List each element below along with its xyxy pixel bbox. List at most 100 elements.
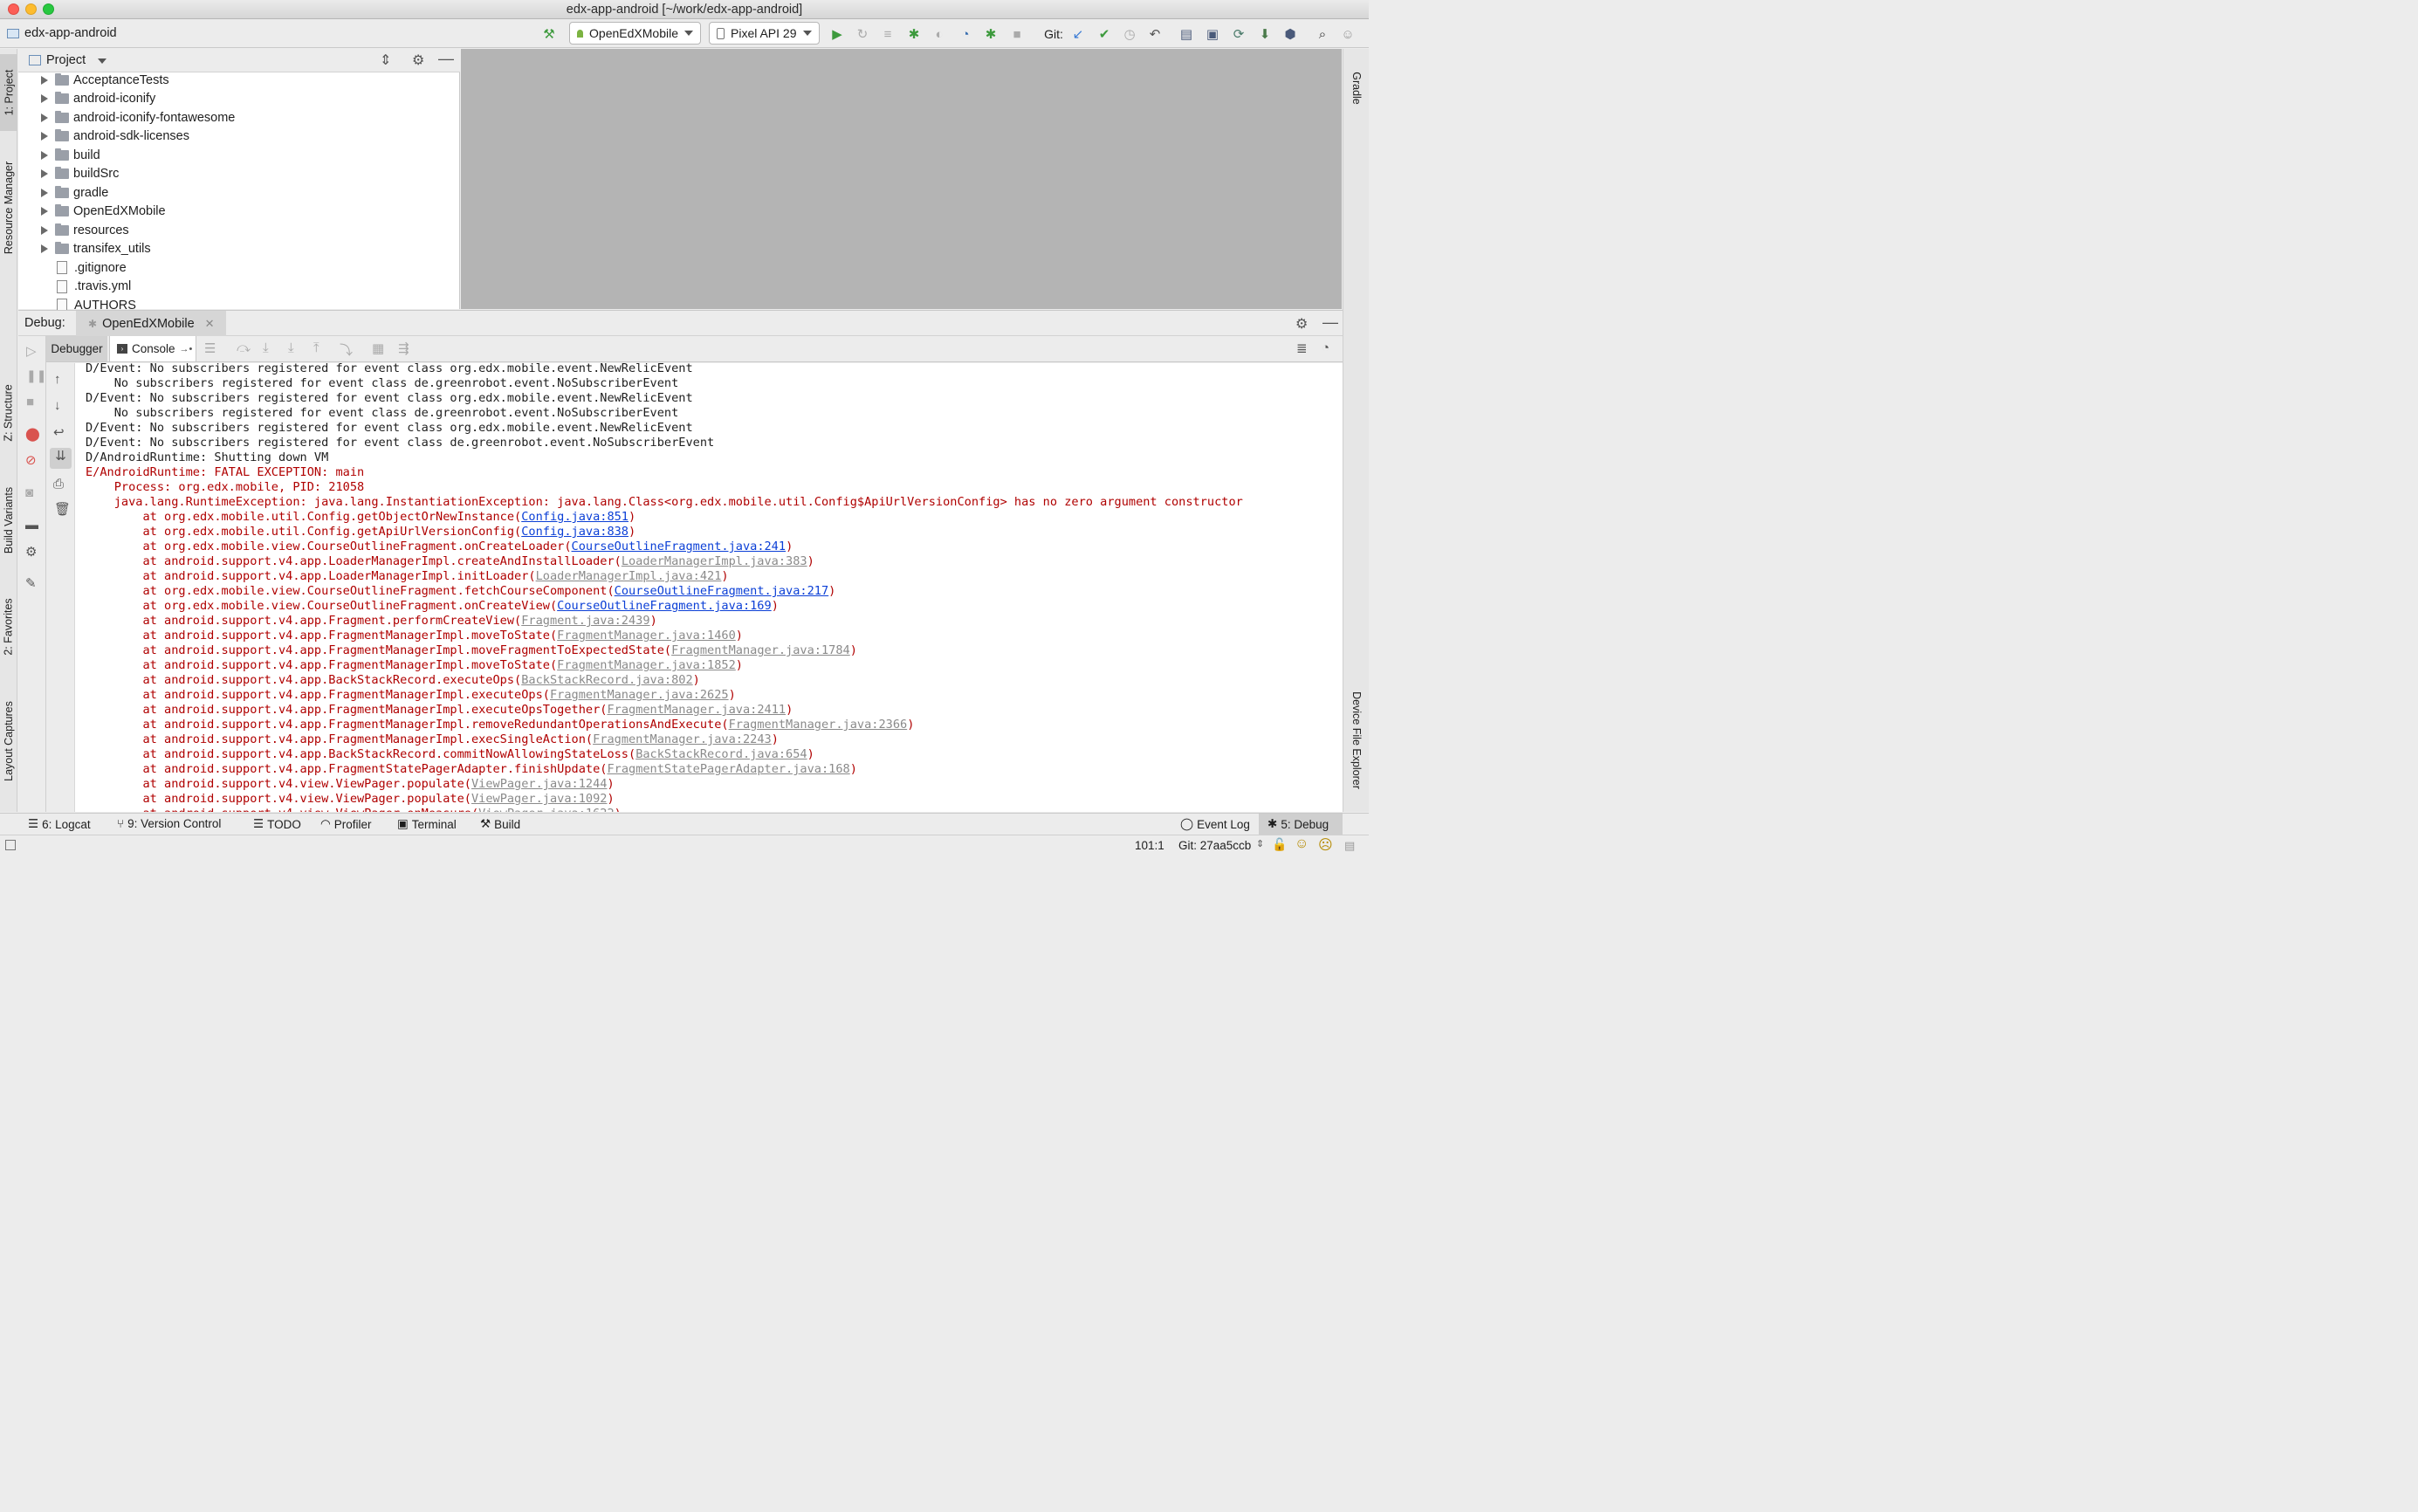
tab-profiler[interactable]: ◠ Profiler [320, 817, 372, 831]
expand-arrow-icon[interactable] [41, 244, 48, 254]
search-icon[interactable]: ⌕ [1315, 26, 1330, 42]
tree-item[interactable]: resources [18, 221, 460, 240]
tab-device-file-explorer[interactable]: Device File Explorer [1343, 679, 1370, 801]
clear-all-icon[interactable]: 🗑 [54, 501, 71, 517]
close-icon[interactable]: ✕ [205, 317, 215, 331]
tree-item[interactable]: android-sdk-licenses [18, 127, 460, 147]
git-rollback-icon[interactable]: ↶ [1147, 26, 1163, 42]
sad-feedback-icon[interactable]: ☹ [1318, 836, 1333, 854]
tab-gradle[interactable]: Gradle [1343, 58, 1370, 119]
source-link[interactable]: Fragment.java:2439 [521, 614, 649, 628]
user-avatar-icon[interactable]: ☺ [1340, 26, 1356, 42]
apply-code-changes-icon[interactable]: ≡ [880, 26, 896, 42]
tab-version-control[interactable]: ⑂ 9: Version Control [117, 817, 221, 830]
arrow-down-icon[interactable]: ↓ [54, 398, 61, 413]
tab-build[interactable]: ⚒ Build [480, 817, 520, 831]
tree-item[interactable]: .gitignore [18, 258, 460, 278]
tree-item[interactable]: transifex_utils [18, 240, 460, 259]
tab-debug[interactable]: ✱ 5: Debug [1259, 814, 1343, 835]
soft-wrap-icon[interactable]: ↩ [53, 424, 65, 440]
resume-icon[interactable]: ▷ [26, 343, 37, 359]
source-link[interactable]: FragmentManager.java:1460 [557, 629, 736, 643]
sync-gradle-icon[interactable]: ⟳ [1231, 26, 1247, 42]
build-hammer-icon[interactable]: ⚒ [541, 26, 557, 42]
device-select[interactable]: Pixel API 29 [709, 22, 820, 45]
source-link[interactable]: CourseOutlineFragment.java:241 [572, 540, 787, 553]
source-link[interactable]: LoaderManagerImpl.java:383 [622, 554, 807, 568]
tab-layout-captures[interactable]: Layout Captures [0, 695, 17, 787]
minimize-icon[interactable]: — [438, 50, 454, 68]
view-breakpoints-icon[interactable]: ⬤ [25, 426, 40, 442]
avd-manager-icon[interactable]: ▣ [1205, 26, 1220, 42]
caret-position[interactable]: 101:1 [1135, 839, 1164, 852]
tab-project[interactable]: 1: Project [0, 54, 17, 131]
attach-debugger-icon[interactable]: ◔ [958, 26, 973, 42]
project-view-title[interactable]: Project [46, 53, 86, 67]
git-commit-icon[interactable]: ✔ [1096, 26, 1112, 42]
expand-arrow-icon[interactable] [41, 94, 48, 104]
layout-inspector-icon[interactable]: ⬢ [1282, 26, 1298, 42]
gear-icon[interactable]: ⚙ [1295, 315, 1308, 333]
mute-breakpoints-icon[interactable]: ⊘ [25, 452, 37, 468]
arrow-up-icon[interactable]: ↑ [54, 372, 61, 387]
expand-arrow-icon[interactable] [41, 113, 48, 122]
expand-arrow-icon[interactable] [41, 132, 48, 141]
apply-changes-icon[interactable]: ↻ [855, 26, 870, 42]
tab-structure[interactable]: Z: Structure [0, 378, 17, 448]
git-branch-status[interactable]: Git: 27aa5ccb [1178, 839, 1251, 852]
tab-event-log[interactable]: ◯ Event Log [1180, 817, 1250, 831]
source-link[interactable]: FragmentManager.java:2243 [593, 732, 772, 746]
tree-item[interactable]: AcceptanceTests [18, 71, 460, 90]
source-link[interactable]: FragmentManager.java:2366 [729, 718, 908, 732]
tree-item[interactable]: gradle [18, 183, 460, 203]
memory-view-icon[interactable]: ◔ [1322, 340, 1329, 355]
expand-arrow-icon[interactable] [41, 225, 48, 235]
force-step-into-icon[interactable]: ⤓ [288, 340, 294, 355]
source-link[interactable]: FragmentManager.java:1784 [671, 643, 850, 657]
tree-item[interactable]: buildSrc [18, 165, 460, 184]
source-link[interactable]: LoaderManagerImpl.java:421 [536, 569, 722, 583]
tool-windows-toggle-icon[interactable] [5, 840, 16, 850]
source-link[interactable]: BackStackRecord.java:802 [521, 673, 692, 687]
tab-todo[interactable]: ☰ TODO [253, 817, 301, 831]
settings-icon[interactable]: ⚙ [25, 544, 37, 560]
tab-favorites[interactable]: 2: Favorites [0, 594, 17, 660]
tree-item[interactable]: android-iconify [18, 90, 460, 109]
debug-bug-icon[interactable]: ✱ [906, 26, 922, 42]
trace-icon[interactable]: ⇶ [398, 340, 409, 356]
expand-arrow-icon[interactable] [41, 150, 48, 160]
project-structure-icon[interactable]: ▤ [1178, 26, 1194, 42]
tree-item[interactable]: OpenEdXMobile [18, 203, 460, 222]
tab-resource-manager[interactable]: Resource Manager [0, 147, 17, 269]
git-update-icon[interactable]: ↙ [1070, 26, 1086, 42]
run-icon[interactable]: ▶ [829, 26, 845, 42]
source-link[interactable]: Config.java:838 [521, 525, 629, 539]
happy-feedback-icon[interactable]: ☺ [1295, 836, 1309, 852]
restore-layout-icon[interactable]: →• [180, 344, 193, 354]
source-link[interactable]: ViewPager.java:1244 [471, 777, 608, 791]
expand-arrow-icon[interactable] [41, 169, 48, 179]
memory-indicator-icon[interactable]: ▤ [1344, 839, 1355, 853]
lock-icon[interactable]: 🔓 [1272, 837, 1287, 852]
layout-icon[interactable]: ▬ [25, 518, 38, 533]
tab-terminal[interactable]: ▣ Terminal [397, 817, 457, 831]
tree-item[interactable]: .travis.yml [18, 278, 460, 297]
git-history-icon[interactable]: ◷ [1122, 26, 1137, 42]
stop-icon[interactable]: ■ [26, 395, 34, 409]
run-configuration-select[interactable]: OpenEdXMobile [569, 22, 701, 45]
chevron-down-icon[interactable] [98, 58, 106, 64]
project-breadcrumb[interactable]: edx-app-android [7, 26, 117, 40]
camera-icon[interactable]: ◙ [25, 485, 33, 500]
collapse-all-icon[interactable]: ⇕ [380, 52, 391, 69]
layout-settings-icon[interactable]: ≣ [1296, 340, 1308, 356]
step-over-icon[interactable]: ⤼ [237, 340, 251, 355]
evaluate-expression-icon[interactable]: ▦ [372, 340, 384, 356]
source-link[interactable]: FragmentManager.java:2625 [550, 688, 729, 702]
gear-icon[interactable]: ⚙ [412, 52, 424, 69]
pause-icon[interactable]: ❚❚ [26, 368, 46, 383]
tab-logcat[interactable]: ☰ 6: Logcat [28, 817, 91, 831]
source-link[interactable]: FragmentManager.java:2411 [607, 703, 786, 717]
pin-icon[interactable]: ✎ [25, 575, 37, 591]
source-link[interactable]: ViewPager.java:1092 [471, 792, 608, 806]
threads-icon[interactable]: ☰ [204, 340, 216, 356]
